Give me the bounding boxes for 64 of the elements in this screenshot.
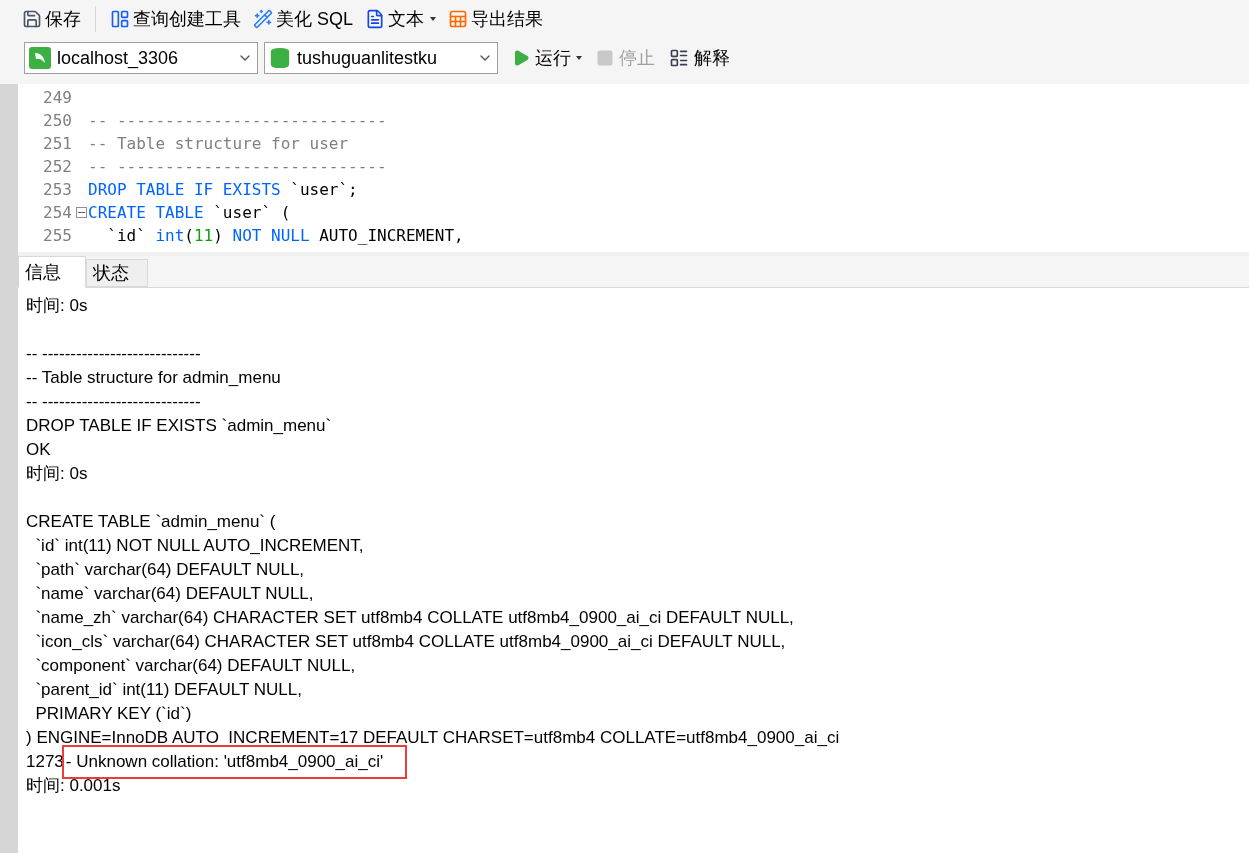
panel-tab[interactable]: 信息	[18, 256, 86, 288]
line-number: 249	[43, 86, 72, 109]
log-line: `component` varchar(64) DEFAULT NULL,	[34, 655, 356, 678]
line-number: 252	[43, 155, 72, 178]
code-token: (	[184, 224, 194, 247]
code-token: DROP TABLE IF EXISTS	[88, 178, 281, 201]
panel-tab[interactable]: 状态	[86, 259, 148, 287]
toolbar-button[interactable]: 导出结果	[446, 5, 546, 33]
log-line: CREATE TABLE `admin_menu` (	[26, 511, 276, 534]
log-line: `id` int(11) NOT NULL AUTO_INCREMENT,	[34, 535, 364, 558]
log-line: 时间: 0.001s	[26, 775, 121, 798]
line-number: 255	[43, 224, 72, 247]
toolbar-button[interactable]: 解释	[669, 44, 730, 72]
fold-toggle[interactable]	[75, 207, 87, 218]
log-line: -- ----------------------------	[26, 391, 201, 414]
database-dropdown[interactable]: tushuguanlitestku	[264, 42, 498, 74]
log-line: `name` varchar(64) DEFAULT NULL,	[34, 583, 314, 606]
toolbar-button[interactable]: 运行	[512, 44, 582, 72]
connection-dropdown[interactable]: localhost_3306	[24, 42, 258, 74]
toolbar-button[interactable]: 文本	[363, 5, 439, 33]
toolbar-button[interactable]: 美化 SQL	[251, 5, 356, 33]
code-token: CREATE TABLE	[88, 201, 204, 224]
code-token: int	[155, 224, 185, 247]
error-message: - Unknown collation: 'utf8mb4_0900_ai_ci'	[63, 747, 406, 777]
log-line: `parent_id` int(11) DEFAULT NULL,	[34, 679, 302, 702]
line-number: 250	[43, 109, 72, 132]
wand-icon	[253, 9, 273, 29]
toolbar-button[interactable]: 保存	[20, 5, 83, 33]
line-number: 254	[43, 201, 72, 224]
save-icon	[22, 9, 42, 29]
code-token: -- ----------------------------	[88, 155, 387, 178]
code-token: AUTO_INCREMENT,	[318, 224, 464, 247]
code-token: `id`	[106, 224, 147, 247]
code-token: -- ----------------------------	[88, 109, 387, 132]
log-line: OK	[26, 439, 51, 462]
stop-icon	[596, 49, 614, 67]
log-line: -- Table structure for admin_menu	[26, 367, 281, 390]
log-line: 时间: 0s	[26, 463, 88, 486]
code-token: NOT NULL	[232, 224, 310, 247]
log-line: `path` varchar(64) DEFAULT NULL,	[34, 559, 305, 582]
code-token: `user` (	[212, 201, 291, 224]
toolbar-button[interactable]: 查询创建工具	[108, 5, 243, 33]
log-line: `name_zh` varchar(64) CHARACTER SET utf8mb4 COLLATE utf8mb4_0900_ai_ci DEFAULT NULL,	[34, 607, 794, 630]
line-number: 253	[43, 178, 72, 201]
document-icon	[365, 9, 386, 29]
panels-icon	[110, 9, 130, 29]
spreadsheet-icon	[448, 9, 469, 29]
log-line: ) ENGINE=InnoDB AUTO_INCREMENT=17 DEFAULT CHARSET=utf8mb4 COLLATE=utf8mb4_0900_ai_ci	[26, 727, 840, 750]
code-token: `user`;	[289, 178, 358, 201]
code-token: -- Table structure for user	[88, 132, 349, 155]
database-icon	[269, 47, 291, 69]
play-icon	[512, 49, 530, 67]
log-line: 时间: 0s	[26, 295, 88, 318]
log-line: PRIMARY KEY (`id`)	[34, 703, 192, 726]
line-number: 251	[43, 132, 72, 155]
caret-icon	[430, 17, 437, 21]
log-line: `icon_cls` varchar(64) CHARACTER SET utf8mb4 COLLATE utf8mb4_0900_ai_ci DEFAULT NULL,	[34, 631, 786, 654]
caret-icon	[576, 56, 582, 60]
code-token: )	[213, 224, 224, 247]
explain-icon	[669, 48, 689, 68]
log-line: DROP TABLE IF EXISTS `admin_menu`	[26, 415, 332, 438]
code-token: 11	[194, 224, 214, 247]
error-code: 1273	[26, 751, 64, 774]
log-line: -- ----------------------------	[26, 343, 201, 366]
